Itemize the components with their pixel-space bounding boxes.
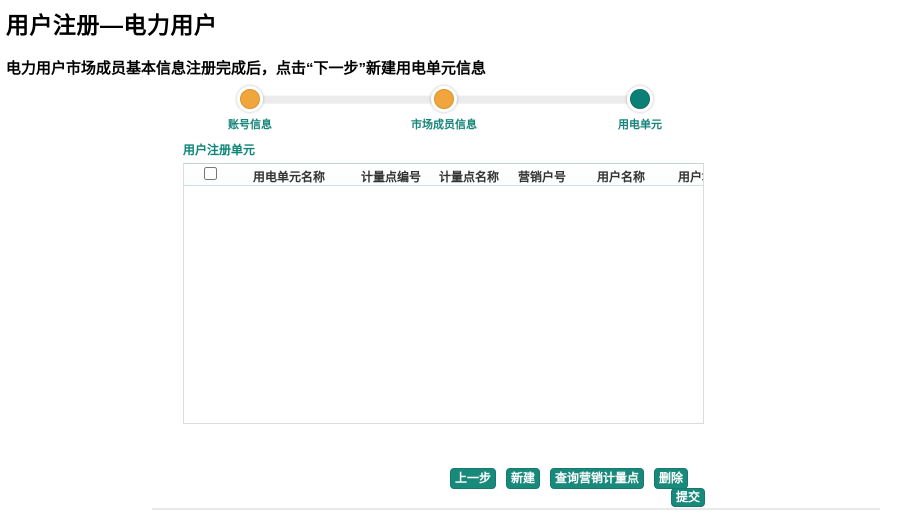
registration-stepper: 账号信息 市场成员信息 用电单元 [233,84,655,130]
column-header-marketing-account-no[interactable]: 营销户号 [518,168,566,185]
table-empty-body [184,186,703,424]
step-current-circle-icon[interactable] [627,86,653,112]
submit-button[interactable]: 提交 [671,488,705,507]
previous-step-button[interactable]: 上一步 [450,468,496,489]
page-title: 用户注册—电力用户 [6,6,218,40]
step-label-power-unit: 用电单元 [570,116,710,132]
column-header-metering-point-name[interactable]: 计量点名称 [439,168,499,185]
step-label-account-info: 账号信息 [180,116,320,132]
page-subtitle: 电力用户市场成员基本信息注册完成后，点击“下一步”新建用电单元信息 [6,57,486,78]
step-label-market-member-info: 市场成员信息 [374,116,514,132]
action-button-row: 上一步 新建 查询营销计量点 删除 [450,468,688,489]
delete-button[interactable]: 删除 [654,468,688,489]
column-header-user-address[interactable]: 用户地址 [678,168,704,185]
new-button[interactable]: 新建 [506,468,540,489]
select-all-checkbox[interactable] [204,167,217,180]
table-header-row: 用电单元名称 计量点编号 计量点名称 营销户号 用户名称 用户地址 [184,164,703,186]
registration-unit-table: 用电单元名称 计量点编号 计量点名称 营销户号 用户名称 用户地址 [183,163,704,424]
query-marketing-metering-point-button[interactable]: 查询营销计量点 [550,468,644,489]
step-done-circle-icon[interactable] [237,86,263,112]
column-header-power-unit-name[interactable]: 用电单元名称 [253,168,325,185]
section-title: 用户注册单元 [183,141,255,158]
column-header-user-name[interactable]: 用户名称 [597,168,645,185]
step-done-circle-icon[interactable] [431,86,457,112]
bottom-divider [152,508,880,510]
column-header-metering-point-no[interactable]: 计量点编号 [361,168,421,185]
